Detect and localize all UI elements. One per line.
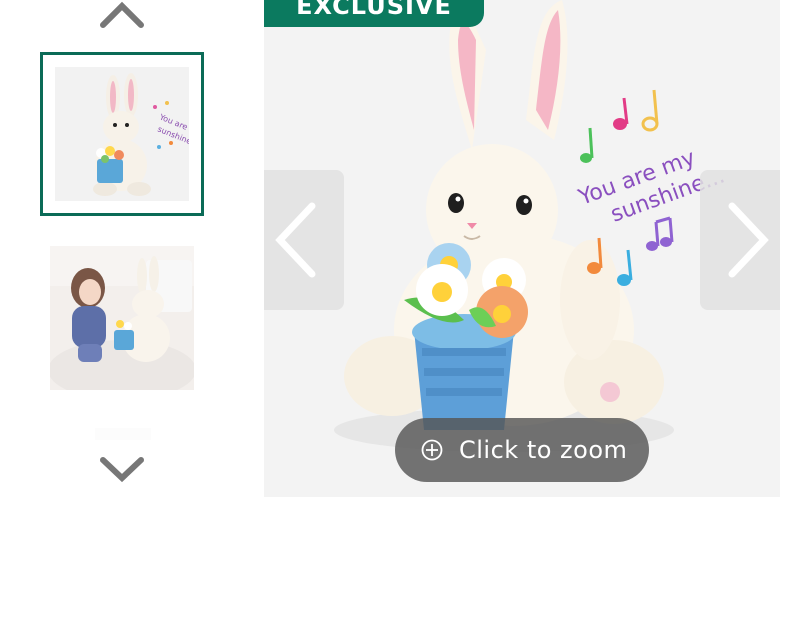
chevron-down-icon: [100, 457, 144, 483]
thumbnail-image-child: [50, 246, 194, 390]
thumbnail-3[interactable]: [95, 428, 151, 440]
thumbnail-1[interactable]: You are my sunshine: [40, 52, 204, 216]
chevron-right-icon: [728, 202, 769, 278]
thumbnail-2[interactable]: [50, 246, 194, 390]
zoom-plus-icon: [421, 439, 443, 461]
previous-image-button[interactable]: [264, 170, 344, 310]
thumbnails-down-arrow[interactable]: [99, 450, 145, 484]
thumbnails-up-arrow[interactable]: [99, 0, 145, 30]
zoom-label: Click to zoom: [459, 436, 628, 464]
exclusive-badge-label: EXCLUSIVE: [296, 0, 452, 20]
exclusive-badge: EXCLUSIVE: [264, 0, 484, 27]
click-to-zoom-button[interactable]: Click to zoom: [395, 418, 649, 482]
chevron-left-icon: [275, 202, 316, 278]
thumbnail-image-bunny: You are my sunshine: [55, 67, 201, 201]
chevron-up-icon: [100, 1, 144, 28]
next-image-button[interactable]: [700, 170, 780, 310]
